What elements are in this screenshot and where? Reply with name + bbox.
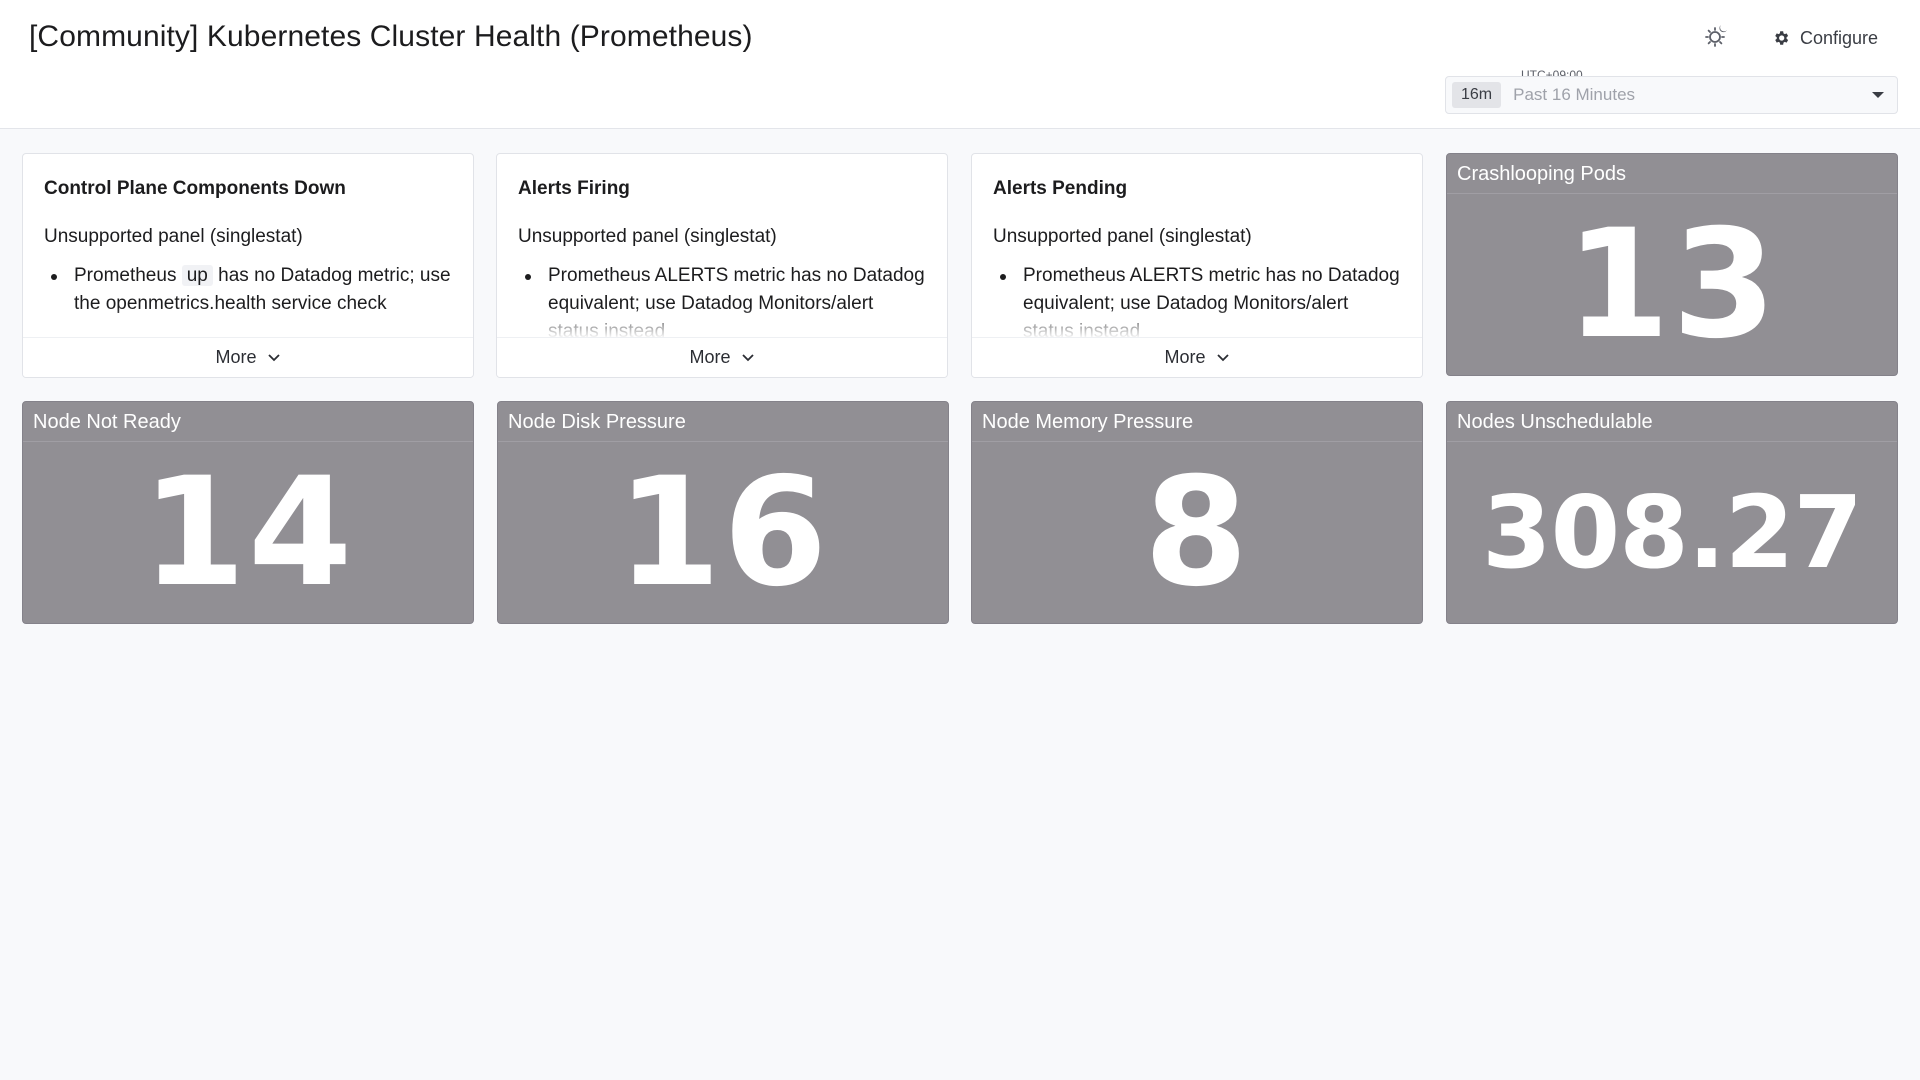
caret-down-icon <box>1872 92 1884 98</box>
widget-node-memory-pressure: Node Memory Pressure 8 <box>971 401 1423 624</box>
widget-title: Alerts Pending <box>993 178 1128 199</box>
configure-label: Configure <box>1800 27 1879 48</box>
widget-title: Alerts Firing <box>518 178 630 199</box>
metric-code: up <box>181 265 213 286</box>
stat-value: 308.27 <box>1482 474 1863 591</box>
widget-title: Node Memory Pressure <box>972 402 1422 442</box>
widget-subtitle: Unsupported panel (singlestat) <box>44 226 303 247</box>
more-button[interactable]: More <box>23 337 473 377</box>
widget-node-not-ready: Node Not Ready 14 <box>22 401 474 624</box>
chevron-down-icon <box>741 353 754 361</box>
widget-nodes-unschedulable: Nodes Unschedulable 308.27 <box>1446 401 1898 624</box>
note-text: Prometheus <box>74 265 177 286</box>
more-label: More <box>689 347 731 367</box>
widget-title: Nodes Unschedulable <box>1447 402 1897 442</box>
configure-button[interactable]: Configure <box>1772 24 1878 52</box>
fade-overlay <box>497 307 947 337</box>
widget-subtitle: Unsupported panel (singlestat) <box>993 226 1252 247</box>
sun-moon-icon <box>1705 25 1727 47</box>
time-range-badge: 16m <box>1452 82 1502 108</box>
widget-control-plane-down: Control Plane Components Down Unsupporte… <box>22 153 474 378</box>
more-label: More <box>1164 347 1206 367</box>
widget-title: Crashlooping Pods <box>1447 154 1897 194</box>
more-button[interactable]: More <box>497 337 947 377</box>
fade-overlay <box>972 307 1422 337</box>
widget-subtitle: Unsupported panel (singlestat) <box>518 226 777 247</box>
stat-value: 8 <box>1143 445 1251 620</box>
stat-value: 16 <box>616 445 830 620</box>
more-button[interactable]: More <box>972 337 1422 377</box>
fade-overlay <box>23 307 473 337</box>
more-label: More <box>215 347 257 367</box>
theme-toggle-button[interactable] <box>1700 20 1732 52</box>
widget-title: Node Disk Pressure <box>498 402 948 442</box>
widget-node-disk-pressure: Node Disk Pressure 16 <box>497 401 949 624</box>
dashboard-header: [Community] Kubernetes Cluster Health (P… <box>0 0 1920 129</box>
stat-value: 14 <box>141 445 355 620</box>
widget-crashlooping-pods: Crashlooping Pods 13 <box>1446 153 1898 376</box>
gear-icon <box>1775 31 1789 45</box>
widget-alerts-pending: Alerts Pending Unsupported panel (single… <box>971 153 1423 378</box>
time-range-picker[interactable]: 16m Past 16 Minutes <box>1445 76 1898 114</box>
widget-title: Control Plane Components Down <box>44 178 346 199</box>
widget-title: Node Not Ready <box>23 402 473 442</box>
widget-alerts-firing: Alerts Firing Unsupported panel (singles… <box>496 153 948 378</box>
stat-value: 13 <box>1565 197 1779 372</box>
chevron-down-icon <box>267 353 280 361</box>
page-title: [Community] Kubernetes Cluster Health (P… <box>29 20 753 53</box>
time-range-text: Past 16 Minutes <box>1513 85 1636 104</box>
chevron-down-icon <box>1216 353 1229 361</box>
